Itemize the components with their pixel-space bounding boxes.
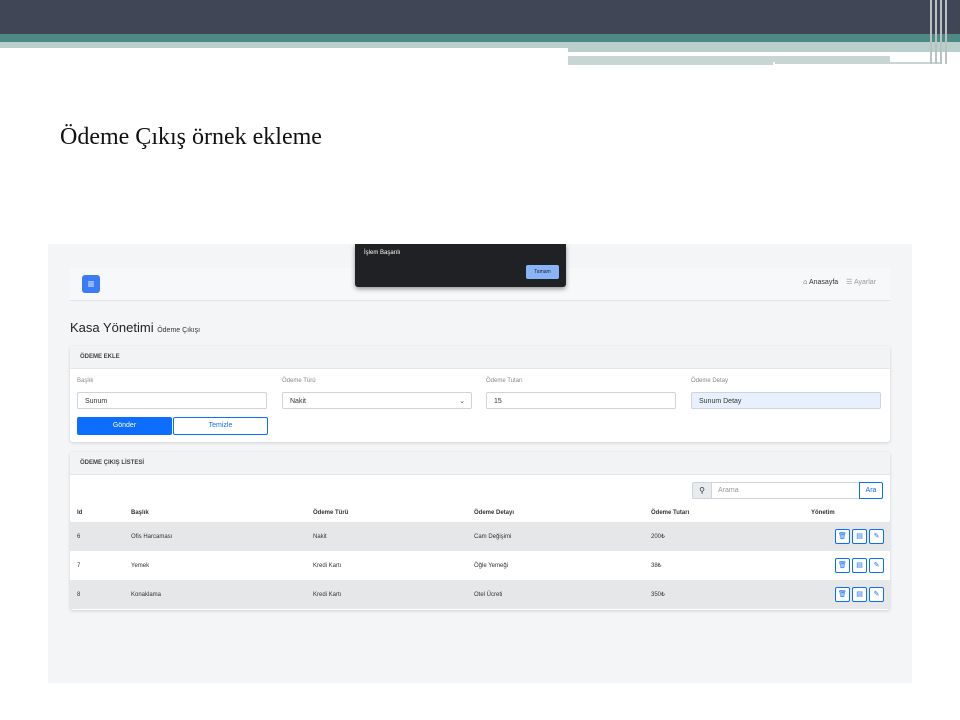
column-header: Yönetim [811, 510, 835, 516]
slide-vertical-line [945, 0, 947, 64]
payment-table: Id Başlık Ödeme Türü Ödeme Detayı Ödeme … [70, 504, 890, 609]
document-icon[interactable]: ▤ [852, 529, 867, 544]
slide-vertical-line [940, 0, 942, 64]
pencil-icon[interactable]: ✎ [869, 587, 884, 602]
slide-header-bar [0, 0, 960, 34]
cell-detail: Cam Değişimi [474, 522, 651, 551]
amount-input[interactable]: 15 [486, 392, 676, 409]
trash-icon[interactable]: 🗑 [835, 587, 850, 602]
nav-links: ⌂ Anasayfa ☰ Ayarlar [803, 278, 876, 286]
slide-band-right [568, 42, 960, 52]
table-row: 8 Konaklama Kredi Kartı Otel Ücreti 350₺… [70, 580, 890, 609]
amount-label: Ödeme Tutarı [486, 378, 523, 384]
home-link[interactable]: ⌂ Anasayfa [803, 279, 838, 286]
slide-title: Ödeme Çıkış örnek ekleme [60, 124, 322, 150]
trash-icon[interactable]: 🗑 [835, 529, 850, 544]
column-header: Ödeme Tutarı [651, 510, 690, 516]
table-row: 6 Ofis Harcaması Nakit Cam Değişimi 200₺… [70, 522, 890, 551]
clear-button[interactable]: Temizle [173, 417, 268, 435]
cell-amount: 38₺ [651, 563, 662, 569]
cell-detail: Öğle Yemeği [474, 562, 509, 569]
slide-accent-bar [0, 34, 960, 42]
detail-label: Ödeme Detay [691, 378, 729, 384]
app-screenshot: ≡ ⌂ Anasayfa ☰ Ayarlar İşlem Başarılı Ta… [48, 244, 912, 683]
home-icon: ⌂ [803, 279, 808, 286]
trash-icon[interactable]: 🗑 [835, 558, 850, 573]
detail-input[interactable]: Sunum Detay [691, 392, 881, 409]
cell-title: Ofis Harcaması [131, 522, 313, 551]
column-header: Id [77, 510, 83, 516]
cell-id: 8 [70, 580, 131, 609]
column-header: Ödeme Türü [313, 510, 349, 516]
page-subtitle: Ödeme Çıkışı [157, 327, 201, 334]
cell-type: Nakit [313, 522, 474, 551]
slide-line [568, 62, 773, 65]
search-button[interactable]: Ara [859, 482, 883, 499]
cell-id: 7 [77, 562, 81, 569]
column-header: Başlık [131, 510, 149, 516]
pencil-icon[interactable]: ✎ [869, 529, 884, 544]
slide-vertical-line [935, 0, 937, 64]
search-icon: ⚲ [692, 482, 712, 499]
table-header-row: Id Başlık Ödeme Türü Ödeme Detayı Ödeme … [70, 504, 890, 522]
search-input[interactable]: Arama [712, 482, 860, 499]
home-link-label: Anasayfa [808, 279, 839, 286]
settings-link-label: Ayarlar [853, 279, 876, 286]
column-header: Ödeme Detayı [474, 510, 515, 516]
title-input[interactable]: Sunum [77, 392, 267, 409]
row-actions: 🗑 ▤ ✎ [811, 522, 890, 551]
card-header: ÖDEME ÇIKIŞ LİSTESİ [70, 452, 890, 475]
menu-icon[interactable]: ≡ [82, 275, 100, 293]
row-actions: 🗑 ▤ ✎ [811, 580, 890, 609]
settings-link[interactable]: ☰ Ayarlar [846, 279, 876, 286]
cell-amount: 200₺ [651, 522, 811, 551]
table-row: 7 Yemek Kredi Kartı Öğle Yemeği 38₺ 🗑 ▤ ✎ [70, 551, 890, 580]
toast-notification: İşlem Başarılı Tamam [355, 244, 566, 287]
cell-type: Kredi Kartı [313, 580, 474, 609]
cell-type: Kredi Kartı [313, 562, 342, 569]
document-icon[interactable]: ▤ [852, 587, 867, 602]
cell-title: Konaklama [131, 580, 313, 609]
slide-vertical-line [930, 0, 932, 64]
payment-type-label: Ödeme Türü [282, 378, 316, 384]
cell-title: Yemek [131, 562, 150, 569]
payment-type-select[interactable]: Nakit ⌄ [282, 392, 472, 409]
cell-id: 6 [70, 522, 131, 551]
page-title: Kasa Yönetimi Ödeme Çıkışı [70, 320, 200, 335]
page-title-text: Kasa Yönetimi [70, 320, 154, 335]
document-icon[interactable]: ▤ [852, 558, 867, 573]
toast-message: İşlem Başarılı [364, 250, 401, 256]
cell-amount: 350₺ [651, 580, 811, 609]
submit-button[interactable]: Gönder [77, 417, 172, 435]
slide-line [775, 62, 940, 64]
payment-type-value: Nakit [290, 398, 306, 405]
toast-ok-button[interactable]: Tamam [526, 265, 559, 279]
pencil-icon[interactable]: ✎ [869, 558, 884, 573]
card-header: ÖDEME EKLE [70, 346, 890, 369]
slide-band-left [0, 42, 568, 48]
title-label: Başlık [77, 378, 94, 384]
payment-add-card: ÖDEME EKLE Başlık Sunum Ödeme Türü Nakit… [70, 346, 890, 442]
settings-icon: ☰ [846, 279, 853, 286]
row-actions: 🗑 ▤ ✎ [811, 551, 890, 580]
payment-list-card: ÖDEME ÇIKIŞ LİSTESİ ⚲ Arama Ara Id Başlı… [70, 452, 890, 610]
chevron-down-icon: ⌄ [459, 398, 465, 405]
cell-detail: Otel Ücreti [474, 580, 651, 609]
